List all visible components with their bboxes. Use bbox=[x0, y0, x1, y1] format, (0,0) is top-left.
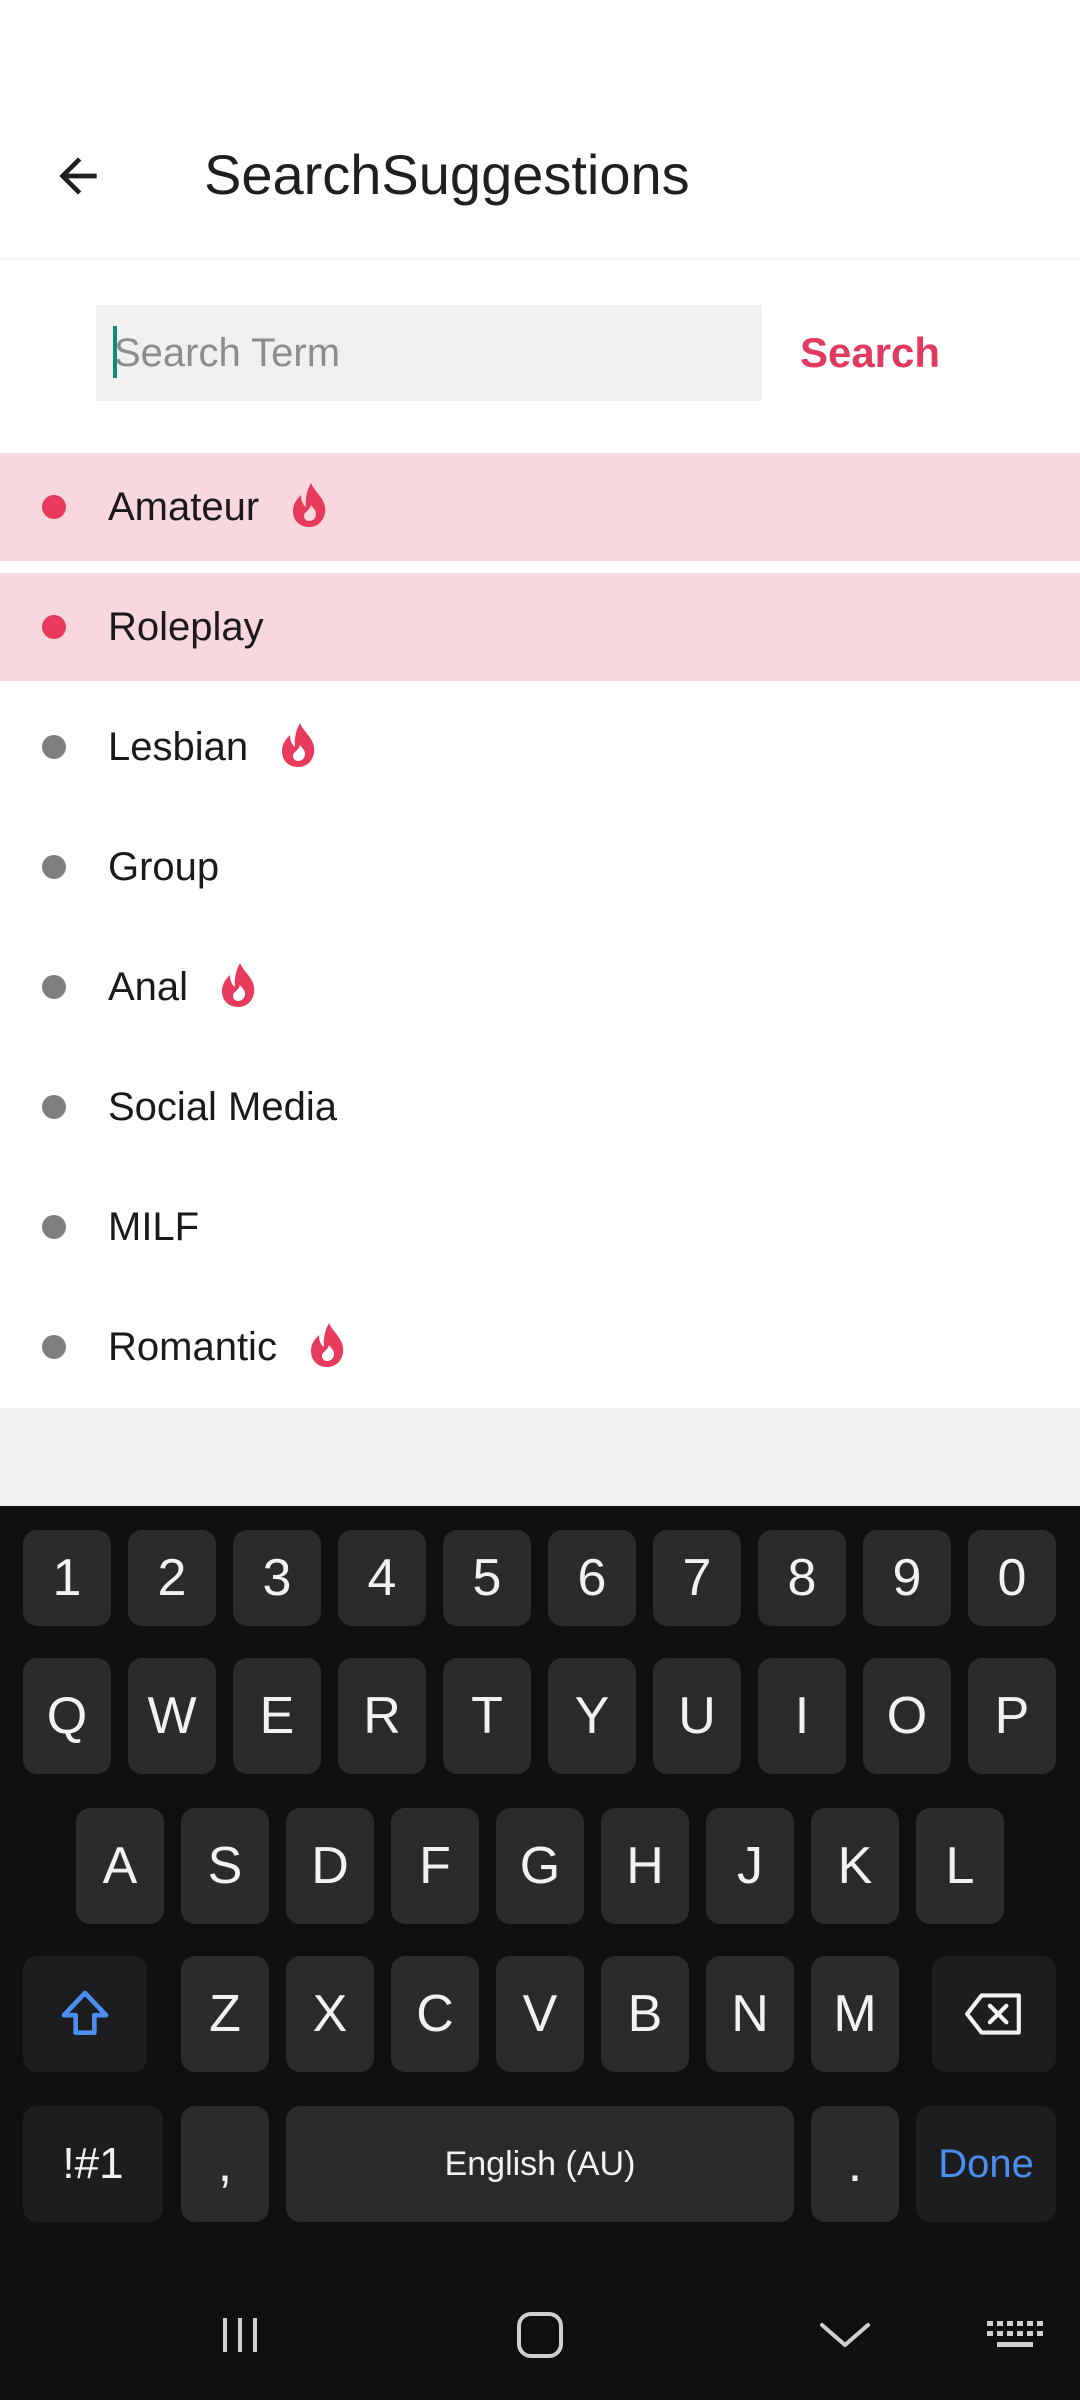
key-c[interactable]: C bbox=[391, 1956, 479, 2072]
keyboard: 1 2 3 4 5 6 7 8 9 0 Q W E R T Y U I O P … bbox=[0, 1506, 1080, 2400]
key-9[interactable]: 9 bbox=[863, 1530, 951, 1626]
app-bar: SearchSuggestions bbox=[0, 100, 1080, 260]
list-item[interactable]: Group bbox=[0, 813, 1080, 921]
backspace-icon bbox=[965, 1993, 1021, 2035]
space-key[interactable]: English (AU) bbox=[286, 2106, 794, 2222]
symbols-key[interactable]: !#1 bbox=[23, 2106, 163, 2222]
comma-key[interactable]: , bbox=[181, 2106, 269, 2222]
key-w[interactable]: W bbox=[128, 1658, 216, 1774]
list-item[interactable]: Roleplay bbox=[0, 573, 1080, 681]
key-u[interactable]: U bbox=[653, 1658, 741, 1774]
list-item-label: Group bbox=[108, 845, 220, 889]
key-5[interactable]: 5 bbox=[443, 1530, 531, 1626]
key-p[interactable]: P bbox=[968, 1658, 1056, 1774]
key-g[interactable]: G bbox=[496, 1808, 584, 1924]
bullet-dot bbox=[42, 495, 66, 519]
bullet-dot bbox=[42, 1335, 66, 1359]
key-s[interactable]: S bbox=[181, 1808, 269, 1924]
bullet-dot bbox=[42, 1215, 66, 1239]
key-b[interactable]: B bbox=[601, 1956, 689, 2072]
key-3[interactable]: 3 bbox=[233, 1530, 321, 1626]
key-h[interactable]: H bbox=[601, 1808, 689, 1924]
bullet-dot bbox=[42, 1095, 66, 1119]
key-0[interactable]: 0 bbox=[968, 1530, 1056, 1626]
flame-icon bbox=[293, 483, 326, 528]
bullet-dot bbox=[42, 615, 66, 639]
page-title: SearchSuggestions bbox=[204, 143, 690, 206]
list-item[interactable]: Anal bbox=[0, 933, 1080, 1041]
key-n[interactable]: N bbox=[706, 1956, 794, 2072]
key-l[interactable]: L bbox=[916, 1808, 1004, 1924]
content-spacer bbox=[0, 1408, 1080, 1506]
flame-icon bbox=[282, 723, 315, 768]
back-button[interactable] bbox=[38, 136, 118, 216]
period-key[interactable]: . bbox=[811, 2106, 899, 2222]
arrow-left-icon bbox=[59, 157, 97, 195]
list-item[interactable]: Lesbian bbox=[0, 693, 1080, 801]
key-2[interactable]: 2 bbox=[128, 1530, 216, 1626]
key-z[interactable]: Z bbox=[181, 1956, 269, 2072]
key-k[interactable]: K bbox=[811, 1808, 899, 1924]
backspace-key[interactable] bbox=[932, 1956, 1056, 2072]
key-6[interactable]: 6 bbox=[548, 1530, 636, 1626]
key-1[interactable]: 1 bbox=[23, 1530, 111, 1626]
keyboard-switch-button[interactable] bbox=[980, 2300, 1050, 2370]
list-item-label: Romantic bbox=[108, 1325, 277, 1369]
done-key[interactable]: Done bbox=[916, 2106, 1056, 2222]
list-item-label: Lesbian bbox=[108, 725, 249, 769]
key-x[interactable]: X bbox=[286, 1956, 374, 2072]
key-7[interactable]: 7 bbox=[653, 1530, 741, 1626]
key-j[interactable]: J bbox=[706, 1808, 794, 1924]
recents-icon bbox=[223, 2318, 257, 2352]
bullet-dot bbox=[42, 855, 66, 879]
bullet-dot bbox=[42, 975, 66, 999]
key-8[interactable]: 8 bbox=[758, 1530, 846, 1626]
flame-icon bbox=[310, 1323, 344, 1368]
shift-icon bbox=[61, 1990, 109, 2035]
key-f[interactable]: F bbox=[391, 1808, 479, 1924]
key-t[interactable]: T bbox=[443, 1658, 531, 1774]
suggestion-list: Amateur Roleplay Lesbian Group Anal Soci… bbox=[0, 453, 1080, 1413]
recents-button[interactable] bbox=[200, 2300, 280, 2370]
list-item-label: Roleplay bbox=[108, 605, 264, 649]
key-o[interactable]: O bbox=[863, 1658, 951, 1774]
key-d[interactable]: D bbox=[286, 1808, 374, 1924]
system-nav-bar bbox=[0, 2270, 1080, 2400]
key-y[interactable]: Y bbox=[548, 1658, 636, 1774]
flame-icon bbox=[222, 963, 255, 1008]
status-bar bbox=[0, 0, 1080, 100]
list-item-label: Anal bbox=[108, 965, 189, 1009]
search-row: Search bbox=[0, 260, 1080, 450]
key-v[interactable]: V bbox=[496, 1956, 584, 2072]
key-q[interactable]: Q bbox=[23, 1658, 111, 1774]
bullet-dot bbox=[42, 735, 66, 759]
chevron-down-icon bbox=[820, 2323, 870, 2347]
list-item-label: Amateur bbox=[108, 485, 260, 529]
list-item[interactable]: Amateur bbox=[0, 453, 1080, 561]
list-item-label: Social Media bbox=[108, 1085, 338, 1129]
home-button[interactable] bbox=[500, 2300, 580, 2370]
key-m[interactable]: M bbox=[811, 1956, 899, 2072]
shift-key[interactable] bbox=[23, 1956, 147, 2072]
list-item[interactable]: MILF bbox=[0, 1173, 1080, 1281]
key-a[interactable]: A bbox=[76, 1808, 164, 1924]
search-input[interactable] bbox=[96, 305, 762, 401]
key-i[interactable]: I bbox=[758, 1658, 846, 1774]
hide-keyboard-button[interactable] bbox=[805, 2300, 885, 2370]
home-icon bbox=[517, 2312, 563, 2358]
keyboard-icon bbox=[987, 2321, 1043, 2347]
key-e[interactable]: E bbox=[233, 1658, 321, 1774]
text-cursor bbox=[113, 326, 117, 378]
list-item-label: MILF bbox=[108, 1205, 200, 1249]
list-item[interactable]: Social Media bbox=[0, 1053, 1080, 1161]
list-item[interactable]: Romantic bbox=[0, 1293, 1080, 1401]
search-button[interactable]: Search bbox=[790, 320, 950, 386]
key-4[interactable]: 4 bbox=[338, 1530, 426, 1626]
key-r[interactable]: R bbox=[338, 1658, 426, 1774]
